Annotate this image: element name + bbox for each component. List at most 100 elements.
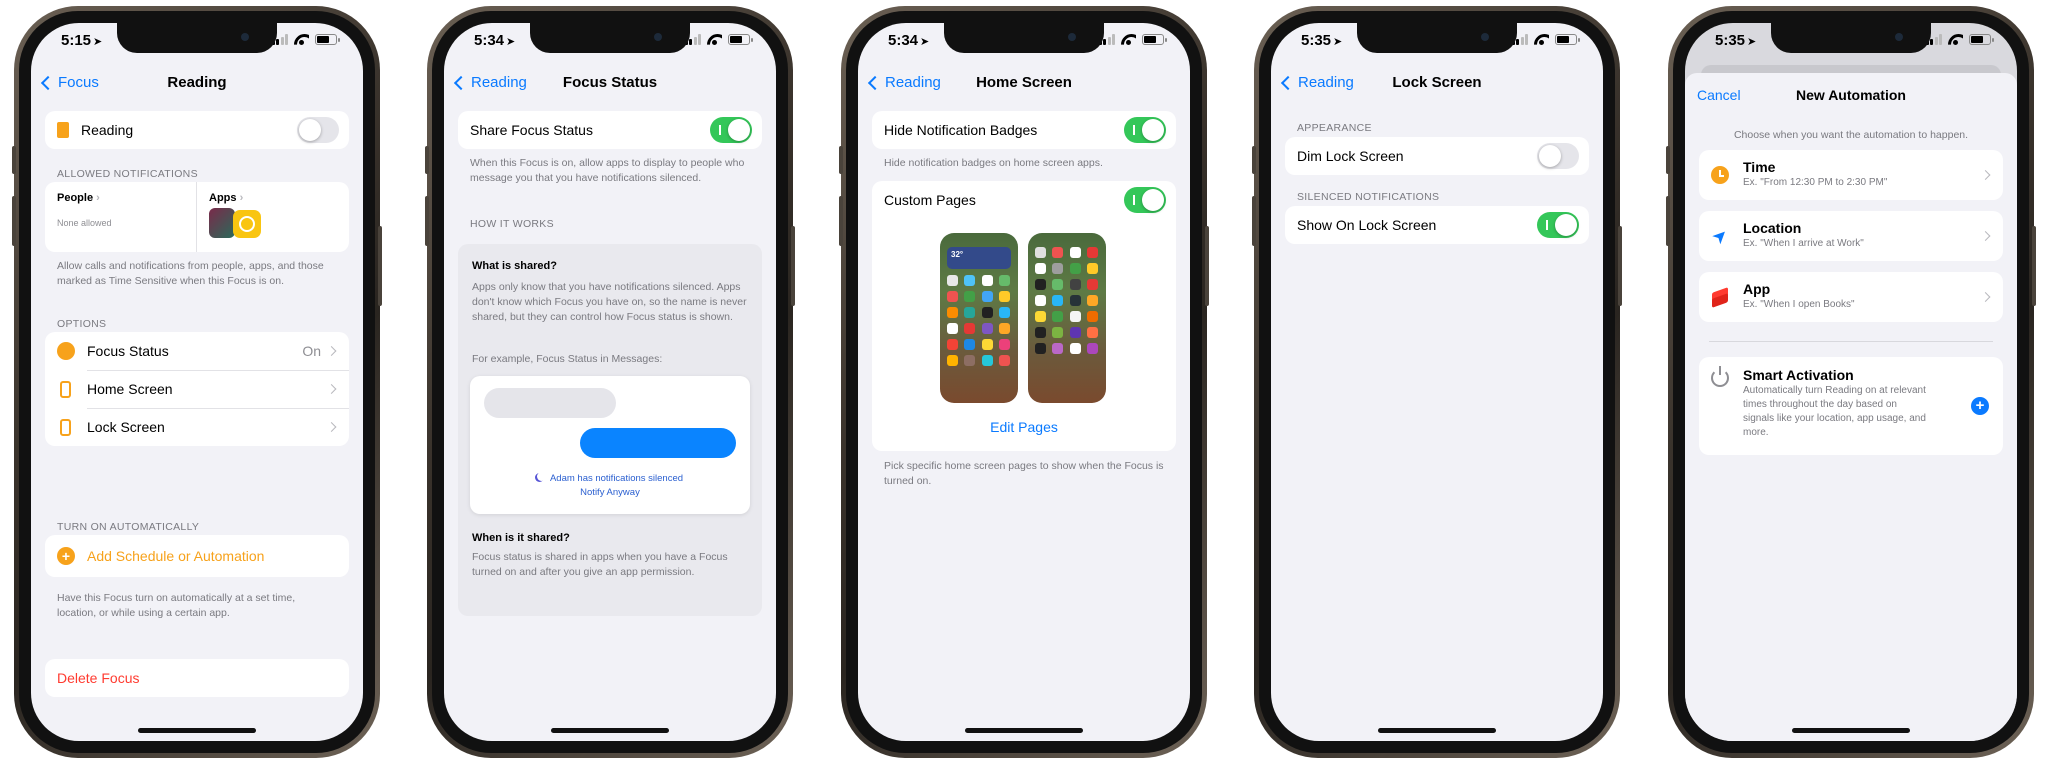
share-focus-toggle[interactable]	[710, 117, 752, 143]
edit-pages-button[interactable]: Edit Pages	[872, 419, 1176, 435]
screen-home-screen: 5:34 ➤ Reading Home Screen Hide Notificat…	[858, 23, 1190, 741]
phone-frame-5: 5:35 ➤ Cancel New Automation Choose when …	[1666, 6, 2036, 758]
home-indicator[interactable]	[551, 728, 669, 733]
badges-card: Hide Notification Badges	[872, 111, 1176, 149]
trigger-time[interactable]: Time Ex. "From 12:30 PM to 2:30 PM"	[1699, 150, 2003, 200]
add-schedule-card: + Add Schedule or Automation	[45, 535, 349, 577]
when-shared-body: Focus status is shared in apps when you …	[472, 551, 728, 578]
trigger-app[interactable]: App Ex. "When I open Books"	[1699, 272, 2003, 322]
wifi-icon	[1121, 34, 1136, 45]
smart-activation-body: Automatically turn Reading on at relevan…	[1743, 385, 1926, 438]
dim-lock-screen-label: Dim Lock Screen	[1297, 148, 1404, 164]
appearance-header: APPEARANCE	[1297, 122, 1372, 134]
weather-widget: 32°	[947, 247, 1011, 269]
focus-status-icon	[57, 342, 75, 360]
automation-footer: Have this Focus turn on automatically at…	[57, 592, 296, 619]
chevron-right-icon	[326, 422, 337, 432]
share-footer: When this Focus is on, allow apps to dis…	[470, 157, 745, 184]
sheet-title: New Automation	[1796, 87, 1906, 103]
what-shared-title: What is shared?	[472, 260, 557, 272]
moon-icon	[537, 472, 546, 481]
trigger-title: Time	[1743, 159, 1776, 175]
home-indicator[interactable]	[138, 728, 256, 733]
add-smart-activation-button[interactable]: +	[1971, 397, 1989, 415]
power-icon	[1711, 366, 1729, 387]
delete-focus-label: Delete Focus	[57, 670, 140, 686]
apps-label: Apps	[209, 192, 237, 204]
notify-anyway-link[interactable]: Notify Anyway	[470, 487, 750, 498]
wifi-icon	[294, 34, 309, 45]
option-label: Home Screen	[87, 381, 173, 397]
delete-focus-button[interactable]: Delete Focus	[45, 659, 349, 697]
home-indicator[interactable]	[1378, 728, 1496, 733]
layers-icon	[1711, 287, 1729, 308]
phone-frame-3: 5:34 ➤ Reading Home Screen Hide Notificat…	[839, 6, 1209, 758]
app-thumbnail-icon	[209, 208, 235, 238]
apps-tile[interactable]: Apps ›	[197, 182, 349, 252]
dim-lock-screen-toggle[interactable]	[1537, 143, 1579, 169]
add-schedule-button[interactable]: + Add Schedule or Automation	[45, 535, 349, 577]
hide-badges-label: Hide Notification Badges	[884, 122, 1038, 138]
phone-home-icon	[60, 380, 71, 398]
page-title: Reading	[167, 74, 227, 91]
battery-icon	[1969, 34, 1994, 45]
location-arrow-icon: ➤	[920, 36, 930, 48]
option-focus-status[interactable]: Focus Status On	[45, 332, 349, 370]
option-lock-screen[interactable]: Lock Screen	[45, 408, 349, 446]
custom-pages-card: Custom Pages 32° Edit Pages	[872, 181, 1176, 451]
option-value: On	[302, 343, 321, 359]
how-it-works-header: HOW IT WORKS	[470, 218, 554, 230]
custom-pages-footer: Pick specific home screen pages to show …	[884, 460, 1164, 487]
share-focus-label: Share Focus Status	[470, 122, 593, 138]
book-icon	[57, 122, 69, 138]
chevron-right-icon	[326, 346, 337, 356]
home-indicator[interactable]	[1792, 728, 1910, 733]
badges-footer: Hide notification badges on home screen …	[884, 157, 1103, 169]
what-shared-body: Apps only know that you have notificatio…	[472, 281, 747, 323]
option-label: Focus Status	[87, 343, 169, 359]
custom-pages-label: Custom Pages	[884, 192, 976, 208]
phone-frame-2: 5:34 ➤ Reading Focus Status Share Focus S…	[425, 6, 795, 758]
screen-new-automation: 5:35 ➤ Cancel New Automation Choose when …	[1685, 23, 2017, 741]
trigger-subtitle: Ex. "When I open Books"	[1743, 299, 1855, 310]
option-label: Lock Screen	[87, 419, 165, 435]
home-page-preview-1[interactable]: 32°	[940, 233, 1018, 403]
trigger-location[interactable]: ➤ Location Ex. "When I arrive at Work"	[1699, 211, 2003, 261]
options-header: OPTIONS	[57, 318, 107, 330]
battery-icon	[1142, 34, 1167, 45]
people-tile[interactable]: People › None allowed	[45, 182, 197, 252]
status-time: 5:35	[1715, 32, 1746, 49]
divider	[1709, 341, 1993, 342]
when-shared-title: When is it shared?	[472, 532, 570, 544]
location-arrow-icon: ➤	[93, 36, 103, 48]
add-schedule-label: Add Schedule or Automation	[87, 548, 265, 564]
show-card: Show On Lock Screen	[1285, 206, 1589, 244]
page-title: Lock Screen	[1392, 74, 1482, 91]
delete-card: Delete Focus	[45, 659, 349, 697]
home-indicator[interactable]	[965, 728, 1083, 733]
how-it-works-panel: What is shared? Apps only know that you …	[458, 244, 762, 616]
clock-app-icon	[233, 210, 261, 238]
status-time: 5:34	[888, 32, 919, 49]
home-page-preview-2[interactable]	[1028, 233, 1106, 403]
smart-activation-title: Smart Activation	[1743, 367, 1854, 383]
hide-badges-toggle[interactable]	[1124, 117, 1166, 143]
battery-icon	[315, 34, 340, 45]
chevron-right-icon	[1980, 170, 1991, 180]
dim-card: Dim Lock Screen	[1285, 137, 1589, 175]
screen-lock-screen: 5:35 ➤ Reading Lock Screen APPEARANCE Dim…	[1271, 23, 1603, 741]
show-on-lock-screen-toggle[interactable]	[1537, 212, 1579, 238]
option-home-screen[interactable]: Home Screen	[45, 370, 349, 408]
location-arrow-icon: ➤	[1747, 36, 1757, 48]
smart-activation-card[interactable]: Smart Activation Automatically turn Read…	[1699, 357, 2003, 455]
automation-prompt: Choose when you want the automation to h…	[1733, 129, 1969, 141]
phone-lock-icon	[60, 418, 71, 436]
custom-pages-toggle[interactable]	[1124, 187, 1166, 213]
trigger-title: Location	[1743, 220, 1802, 236]
trigger-subtitle: Ex. "When I arrive at Work"	[1743, 238, 1864, 249]
wifi-icon	[707, 34, 722, 45]
location-arrow-icon: ➤	[1707, 223, 1733, 249]
focus-toggle[interactable]	[297, 117, 339, 143]
plus-circle-icon: +	[57, 547, 75, 565]
allowed-notifications-card: People › None allowed Apps ›	[45, 182, 349, 252]
